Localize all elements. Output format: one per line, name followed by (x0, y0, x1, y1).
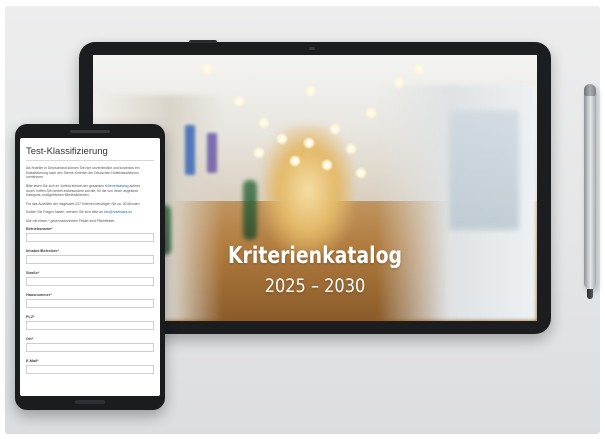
tablet-power-button (189, 40, 217, 43)
ceiling-light (321, 159, 333, 171)
form-title: Test-Klassifizierung (26, 146, 108, 157)
title-divider (26, 160, 154, 161)
betriebsname-input[interactable] (26, 233, 154, 242)
instructions-line: Kategorie, maßgeblichen Mindestkriterien… (26, 193, 90, 198)
ceiling-light (365, 107, 377, 119)
intro-line: vornehmen. (26, 175, 44, 180)
phone-screen: Test-Klassifizierung Als Hotelier in Deu… (20, 138, 160, 396)
field-label-ort: Ort* (26, 337, 34, 341)
plz-input[interactable] (26, 321, 154, 330)
ceiling-light (413, 63, 425, 75)
catalog-title: Kriterienkatalog (227, 243, 403, 269)
stylus-pen (584, 84, 596, 299)
phone-device: Test-Klassifizierung Als Hotelier in Deu… (15, 124, 165, 410)
ceiling-light (276, 133, 288, 145)
ceiling-light (258, 117, 270, 129)
field-label-plz: PLZ* (26, 315, 35, 319)
field-label-inhaber: Inhaber/Betreiber* (26, 249, 59, 253)
ceiling-light (393, 77, 405, 89)
field-label-strasse: Straße* (26, 271, 40, 275)
product-mockup-scene: Kriterienkatalog 2025 – 2030 Test-Klassi… (0, 0, 605, 439)
ceiling-light (253, 147, 265, 159)
ceiling-light (305, 85, 317, 97)
instructions-line: Bitte lesen Sie sich im Vorfeld einmal d… (26, 184, 141, 188)
ceiling-light (289, 155, 301, 167)
phone-home-indicator (75, 400, 105, 404)
field-label-email: E-Mail* (26, 359, 39, 363)
hall-plant (243, 180, 257, 240)
intro-line: Als Hotelier in Deutschland können Sie h… (26, 166, 140, 170)
contact-text: Sollten Sie Fragen haben, wenden Sie sic… (26, 210, 133, 214)
strasse-input[interactable] (26, 277, 154, 286)
intro-text: Als Hotelier in Deutschland können Sie h… (26, 166, 154, 180)
field-label-hausnummer: Hausnummer* (26, 293, 52, 297)
hall-sign (207, 133, 217, 173)
ceiling-light (233, 95, 245, 107)
phone-speaker (70, 130, 110, 133)
ceiling-light (329, 123, 341, 135)
required-note: Alle mit einem * gekennzeichneten Felder… (26, 219, 116, 223)
catalog-years: 2025 – 2030 (264, 275, 366, 297)
ceiling-light (345, 143, 357, 155)
ceiling-light (303, 137, 315, 149)
email-input[interactable] (26, 365, 154, 374)
hall-sign (185, 125, 195, 175)
instructions-text: Bitte lesen Sie sich im Vorfeld einmal d… (26, 184, 154, 198)
hausnummer-input[interactable] (26, 299, 154, 308)
contact-email-link[interactable]: info@hotelstars.eu (104, 210, 132, 214)
catalog-link[interactable]: Kriterienkatalog (105, 184, 129, 188)
duration-text: Für das Ausfüllen der insgesamt 247 Krit… (26, 202, 140, 206)
ort-input[interactable] (26, 343, 154, 352)
field-label-betriebsname: Betriebsname* (26, 227, 53, 231)
inhaber-input[interactable] (26, 255, 154, 264)
intro-line: Klassifizierung nach den Sterne-Kriterie… (26, 170, 139, 175)
stylus-tip (587, 289, 593, 299)
stylus-cap (584, 84, 596, 96)
hall-window (449, 110, 519, 230)
ceiling-light (355, 167, 367, 179)
tablet-camera (309, 47, 315, 50)
ceiling-light (201, 63, 213, 75)
